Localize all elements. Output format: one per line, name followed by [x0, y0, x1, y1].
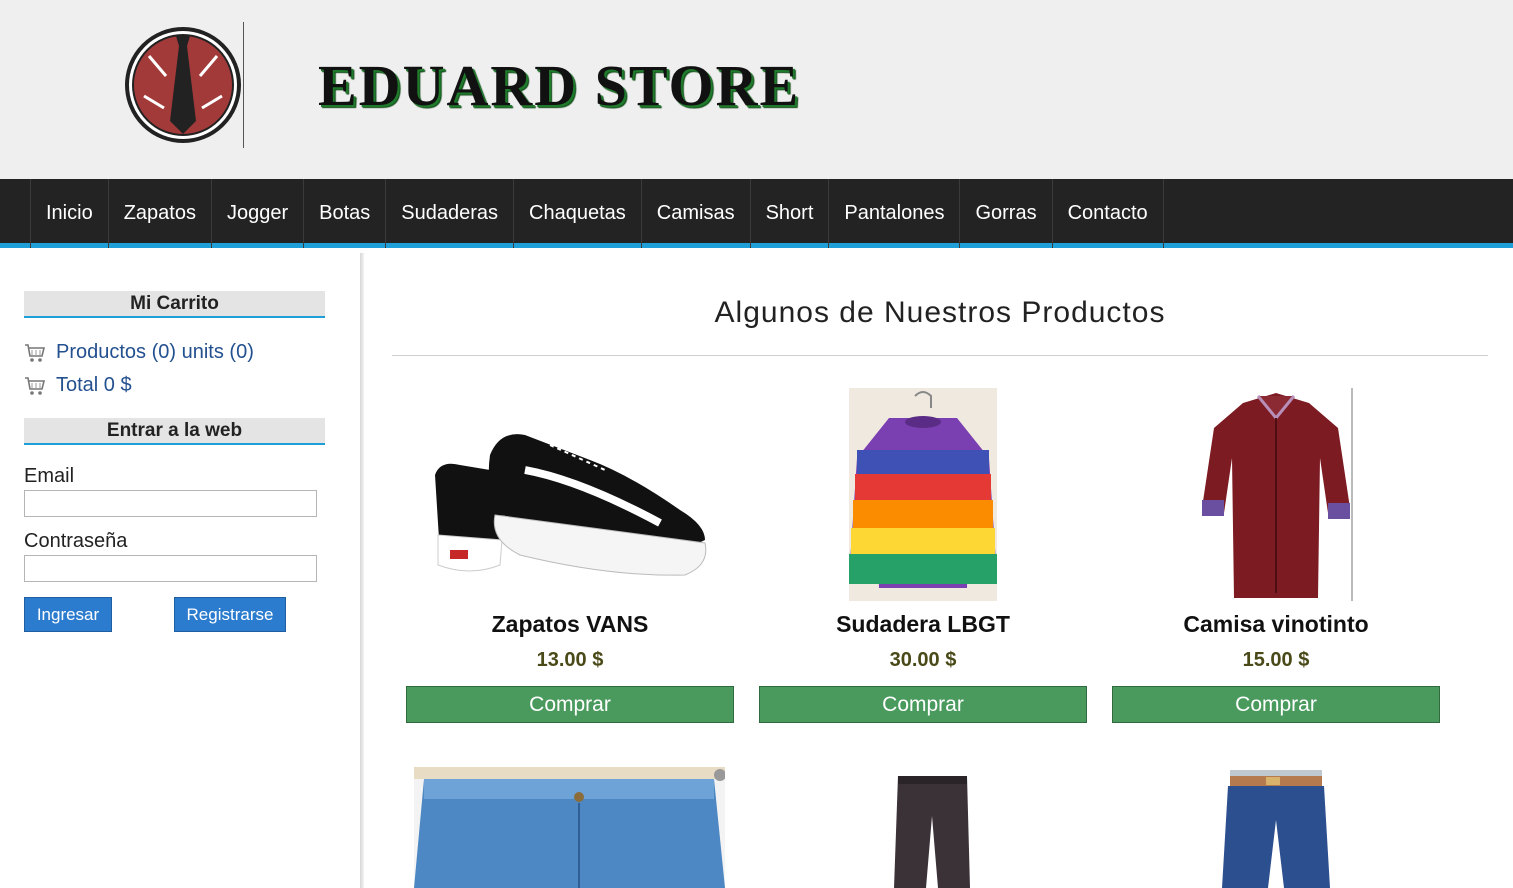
blue-pants-image[interactable]: [1218, 770, 1334, 888]
nav-item-inicio[interactable]: Inicio: [31, 179, 109, 248]
nav-item-jogger[interactable]: Jogger: [212, 179, 305, 248]
nav-item-gorras[interactable]: Gorras: [960, 179, 1053, 248]
nav-item-short[interactable]: Short: [751, 179, 830, 248]
site-header: EDUARD STORE: [0, 0, 1513, 179]
product-name[interactable]: Zapatos VANS: [406, 611, 734, 638]
rainbow-sweater-image[interactable]: [849, 388, 997, 601]
grey-pants-image[interactable]: [890, 776, 975, 888]
login-heading: Entrar a la web: [24, 418, 325, 445]
password-field[interactable]: [24, 555, 317, 582]
cart-heading: Mi Carrito: [24, 291, 325, 318]
cart-total-text: Total 0 $: [56, 374, 132, 396]
nav-item-chaquetas[interactable]: Chaquetas: [514, 179, 642, 248]
product-name[interactable]: Sudadera LBGT: [759, 611, 1087, 638]
product-name[interactable]: Camisa vinotinto: [1112, 611, 1440, 638]
cart-icon: [25, 376, 46, 395]
logo-divider: [243, 22, 244, 148]
product-price: 15.00 $: [1242, 649, 1310, 671]
main-nav: Inicio Zapatos Jogger Botas Sudaderas Ch…: [0, 179, 1513, 248]
buy-button[interactable]: Comprar: [1112, 686, 1440, 723]
password-label: Contraseña: [24, 530, 128, 552]
product-price: 30.00 $: [889, 649, 957, 671]
login-button[interactable]: Ingresar: [24, 597, 112, 632]
cart-total-link[interactable]: Total 0 $: [24, 374, 132, 397]
product-price: 13.00 $: [536, 649, 604, 671]
nav-item-zapatos[interactable]: Zapatos: [109, 179, 212, 248]
buy-button[interactable]: Comprar: [406, 686, 734, 723]
brand-title[interactable]: EDUARD STORE: [318, 52, 800, 119]
sneaker-image[interactable]: [430, 415, 715, 601]
sidebar-divider: [360, 253, 364, 888]
nav-list: Inicio Zapatos Jogger Botas Sudaderas Ch…: [30, 179, 1164, 248]
nav-item-sudaderas[interactable]: Sudaderas: [386, 179, 515, 248]
cart-icon: [25, 343, 46, 362]
email-label: Email: [24, 465, 75, 487]
cart-products-text: Productos (0) units (0): [56, 341, 254, 363]
title-divider: [392, 355, 1488, 356]
nav-item-camisas[interactable]: Camisas: [642, 179, 751, 248]
cart-products-link[interactable]: Productos (0) units (0): [24, 341, 254, 364]
page-title: Algunos de Nuestros Productos: [714, 296, 1166, 329]
jeans-shorts-image[interactable]: [414, 767, 725, 888]
nav-item-pantalones[interactable]: Pantalones: [829, 179, 961, 248]
nav-item-contacto[interactable]: Contacto: [1053, 179, 1164, 248]
email-field[interactable]: [24, 490, 317, 517]
nav-item-botas[interactable]: Botas: [304, 179, 387, 248]
tie-logo-icon[interactable]: [124, 26, 242, 144]
buy-button[interactable]: Comprar: [759, 686, 1087, 723]
register-button[interactable]: Registrarse: [174, 597, 286, 632]
red-shirt-image[interactable]: [1198, 388, 1354, 601]
